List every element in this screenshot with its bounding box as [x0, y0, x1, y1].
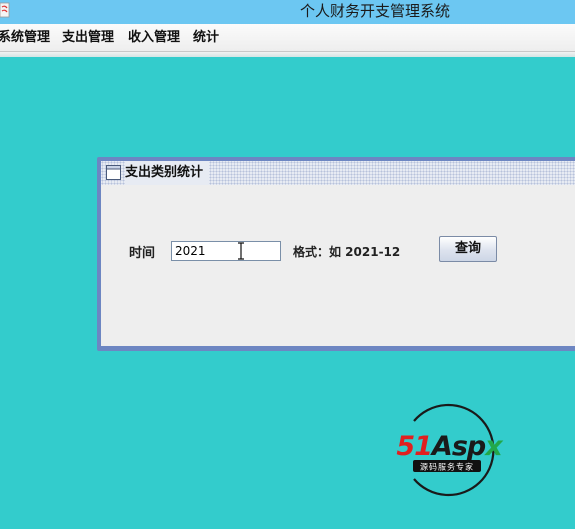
svg-text:51Aspx: 51Aspx: [396, 431, 504, 462]
time-input[interactable]: [171, 241, 281, 261]
window-icon: [106, 165, 121, 180]
window-titlebar[interactable]: 个人财务开支管理系统: [0, 0, 575, 24]
dialog-title: 支出类别统计: [125, 161, 210, 185]
menu-statistics[interactable]: 统计: [193, 24, 219, 51]
menu-bar: 系统管理 支出管理 收入管理 统计: [0, 24, 575, 52]
menu-expense-management[interactable]: 支出管理: [62, 24, 114, 51]
dialog-body: 时间 格式：如 2021-12 查询: [101, 185, 575, 346]
svg-text:源码服务专家: 源码服务专家: [420, 462, 474, 472]
text-cursor-icon: [238, 242, 244, 260]
menu-system-management[interactable]: 系统管理: [0, 24, 50, 51]
brand-logo: 51Aspx 源码服务专家: [396, 403, 505, 497]
internal-frame-titlebar[interactable]: 支出类别统计: [101, 161, 575, 185]
window-title: 个人财务开支管理系统: [299, 2, 450, 20]
menu-income-management[interactable]: 收入管理: [128, 24, 180, 51]
query-button[interactable]: 查询: [439, 236, 497, 262]
expense-category-stats-window[interactable]: 支出类别统计 时间 格式：如 2021-12 查询: [97, 157, 575, 351]
time-label: 时间: [129, 246, 156, 261]
format-hint: 格式：如 2021-12: [293, 245, 401, 259]
